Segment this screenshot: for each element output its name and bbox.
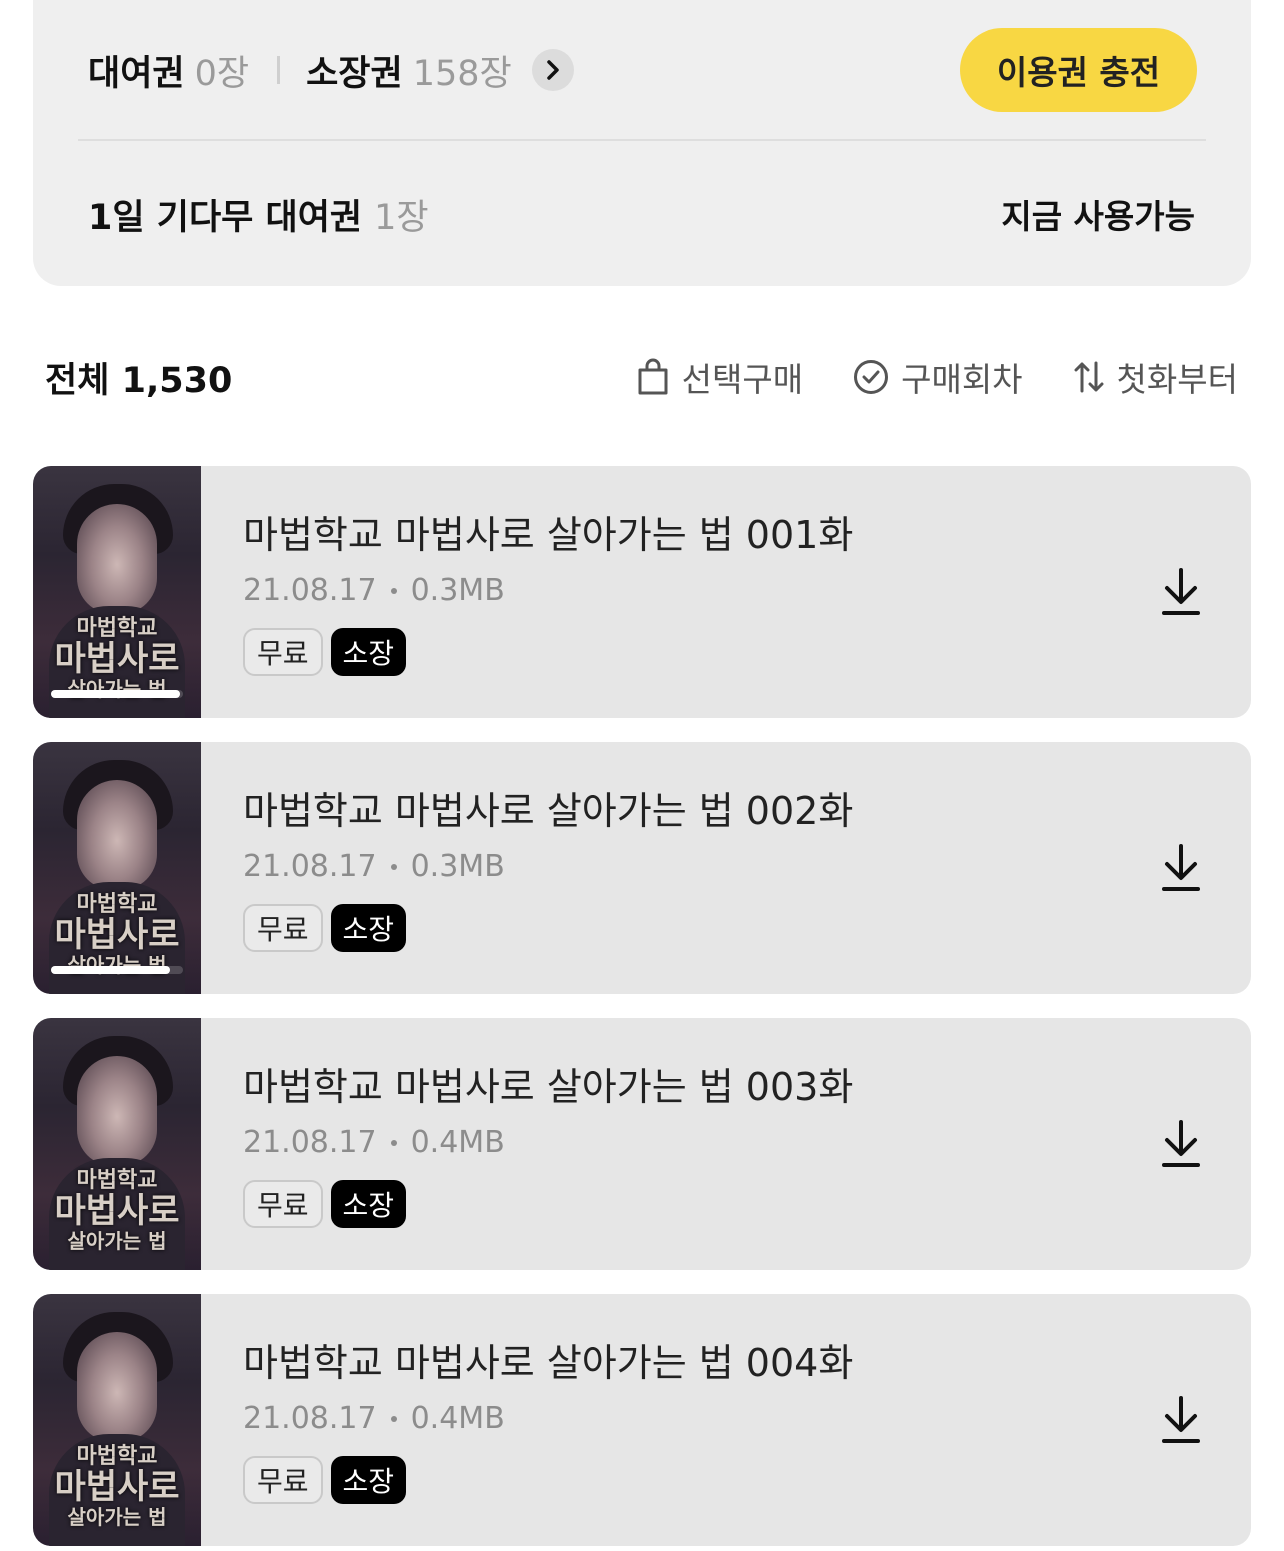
wait-ticket-row: 1일 기다무 대여권 1장 지금 사용가능	[88, 186, 1195, 242]
wait-ticket-status[interactable]: 지금 사용가능	[1001, 190, 1195, 238]
ticket-row: 대여권 0장 소장권 158장 이용권 충전	[88, 28, 1197, 112]
thumbnail-title-art: 마법학교 마법사로 살아가는 법	[54, 1443, 180, 1529]
toolbar-actions: 선택구매 구매회차 첫화부터	[586, 353, 1238, 401]
read-progress-fill	[51, 966, 170, 974]
divider	[78, 139, 1206, 141]
download-icon	[1162, 1396, 1200, 1443]
free-badge: 무료	[243, 1180, 323, 1228]
download-button[interactable]	[1155, 1116, 1207, 1172]
meta-dot	[390, 1139, 397, 1146]
free-badge: 무료	[243, 628, 323, 676]
free-badge: 무료	[243, 1456, 323, 1504]
episode-row[interactable]: 마법학교 마법사로 살아가는 법 마법학교 마법사로 살아가는 법 003화 2…	[33, 1018, 1251, 1270]
total-episodes-label: 전체 1,530	[45, 360, 233, 401]
wait-ticket-count: 1장	[374, 197, 429, 238]
read-progress-bar	[51, 966, 183, 974]
episode-title: 마법학교 마법사로 살아가는 법 004화	[243, 1341, 854, 1385]
owned-ticket-label: 소장권	[306, 53, 403, 94]
episode-info: 마법학교 마법사로 살아가는 법 004화 21.08.17 0.4MB 무료 …	[243, 1332, 1161, 1504]
episode-title: 마법학교 마법사로 살아가는 법 001화	[243, 513, 854, 557]
thumbnail-title-art: 마법학교 마법사로 살아가는 법	[54, 615, 180, 701]
episode-badges: 무료 소장	[243, 628, 1161, 676]
shopping-bag-icon	[638, 358, 668, 395]
thumbnail-title-art: 마법학교 마법사로 살아가는 법	[54, 1167, 180, 1253]
thumbnail-title-art: 마법학교 마법사로 살아가는 법	[54, 891, 180, 977]
meta-dot	[390, 587, 397, 594]
episode-meta: 21.08.17 0.4MB	[243, 1401, 1161, 1436]
episode-title: 마법학교 마법사로 살아가는 법 003화	[243, 1065, 854, 1109]
episode-info: 마법학교 마법사로 살아가는 법 003화 21.08.17 0.4MB 무료 …	[243, 1056, 1161, 1228]
charge-ticket-button[interactable]: 이용권 충전	[960, 28, 1197, 112]
wait-ticket-label: 1일 기다무 대여권	[88, 197, 363, 238]
purchased-filter-label: 구매회차	[901, 360, 1023, 399]
episode-meta: 21.08.17 0.4MB	[243, 1125, 1161, 1160]
owned-badge: 소장	[330, 628, 407, 676]
episode-thumbnail: 마법학교 마법사로 살아가는 법	[33, 1018, 201, 1270]
episode-date: 21.08.17	[243, 573, 377, 608]
download-icon	[1162, 1120, 1200, 1167]
episode-thumbnail: 마법학교 마법사로 살아가는 법	[33, 1294, 201, 1546]
download-button[interactable]	[1155, 840, 1207, 896]
episode-row[interactable]: 마법학교 마법사로 살아가는 법 마법학교 마법사로 살아가는 법 004화 2…	[33, 1294, 1251, 1546]
download-icon	[1162, 844, 1200, 891]
sort-arrows-icon	[1074, 361, 1104, 393]
episode-title: 마법학교 마법사로 살아가는 법 002화	[243, 789, 854, 833]
sort-label: 첫화부터	[1116, 360, 1238, 399]
list-toolbar: 전체 1,530 선택구매 구매회차 첫화부터	[45, 348, 1238, 406]
episode-meta: 21.08.17 0.3MB	[243, 573, 1161, 608]
read-progress-fill	[51, 690, 181, 698]
download-button[interactable]	[1155, 1392, 1207, 1448]
rental-ticket-count: 0장	[194, 53, 250, 94]
episode-size: 0.3MB	[410, 849, 505, 884]
select-buy-button[interactable]: 선택구매	[636, 353, 803, 401]
episode-list: 마법학교 마법사로 살아가는 법 마법학교 마법사로 살아가는 법 001화 2…	[33, 466, 1251, 1551]
ticket-summary-card: 대여권 0장 소장권 158장 이용권 충전 1일 기다무 대여권 1장 지금 …	[33, 0, 1251, 286]
download-button[interactable]	[1155, 564, 1207, 620]
episode-date: 21.08.17	[243, 1125, 377, 1160]
episode-size: 0.3MB	[410, 573, 505, 608]
ticket-detail-button[interactable]	[531, 49, 574, 91]
purchased-filter-button[interactable]: 구매회차	[853, 353, 1023, 401]
episode-date: 21.08.17	[243, 1401, 377, 1436]
sort-button[interactable]: 첫화부터	[1073, 353, 1238, 401]
meta-dot	[390, 1415, 397, 1422]
meta-dot	[390, 863, 397, 870]
owned-ticket-count: 158장	[412, 53, 512, 94]
episode-badges: 무료 소장	[243, 1456, 1161, 1504]
episode-badges: 무료 소장	[243, 904, 1161, 952]
episode-thumbnail: 마법학교 마법사로 살아가는 법	[33, 466, 201, 718]
episode-date: 21.08.17	[243, 849, 377, 884]
episode-info: 마법학교 마법사로 살아가는 법 002화 21.08.17 0.3MB 무료 …	[243, 780, 1161, 952]
episode-info: 마법학교 마법사로 살아가는 법 001화 21.08.17 0.3MB 무료 …	[243, 504, 1161, 676]
ticket-separator	[277, 56, 281, 84]
read-progress-bar	[51, 690, 183, 698]
episode-size: 0.4MB	[410, 1401, 505, 1436]
owned-badge: 소장	[330, 1180, 407, 1228]
free-badge: 무료	[243, 904, 323, 952]
select-buy-label: 선택구매	[681, 360, 804, 399]
download-icon	[1162, 568, 1200, 615]
rental-ticket-label: 대여권	[88, 53, 185, 94]
owned-badge: 소장	[330, 904, 407, 952]
episode-meta: 21.08.17 0.3MB	[243, 849, 1161, 884]
episode-row[interactable]: 마법학교 마법사로 살아가는 법 마법학교 마법사로 살아가는 법 002화 2…	[33, 742, 1251, 994]
episode-size: 0.4MB	[410, 1125, 505, 1160]
check-circle-icon	[854, 360, 889, 394]
episode-badges: 무료 소장	[243, 1180, 1161, 1228]
chevron-right-icon	[546, 60, 559, 80]
owned-badge: 소장	[330, 1456, 407, 1504]
episode-list-page: 대여권 0장 소장권 158장 이용권 충전 1일 기다무 대여권 1장 지금 …	[0, 0, 1284, 1551]
episode-thumbnail: 마법학교 마법사로 살아가는 법	[33, 742, 201, 994]
episode-row[interactable]: 마법학교 마법사로 살아가는 법 마법학교 마법사로 살아가는 법 001화 2…	[33, 466, 1251, 718]
